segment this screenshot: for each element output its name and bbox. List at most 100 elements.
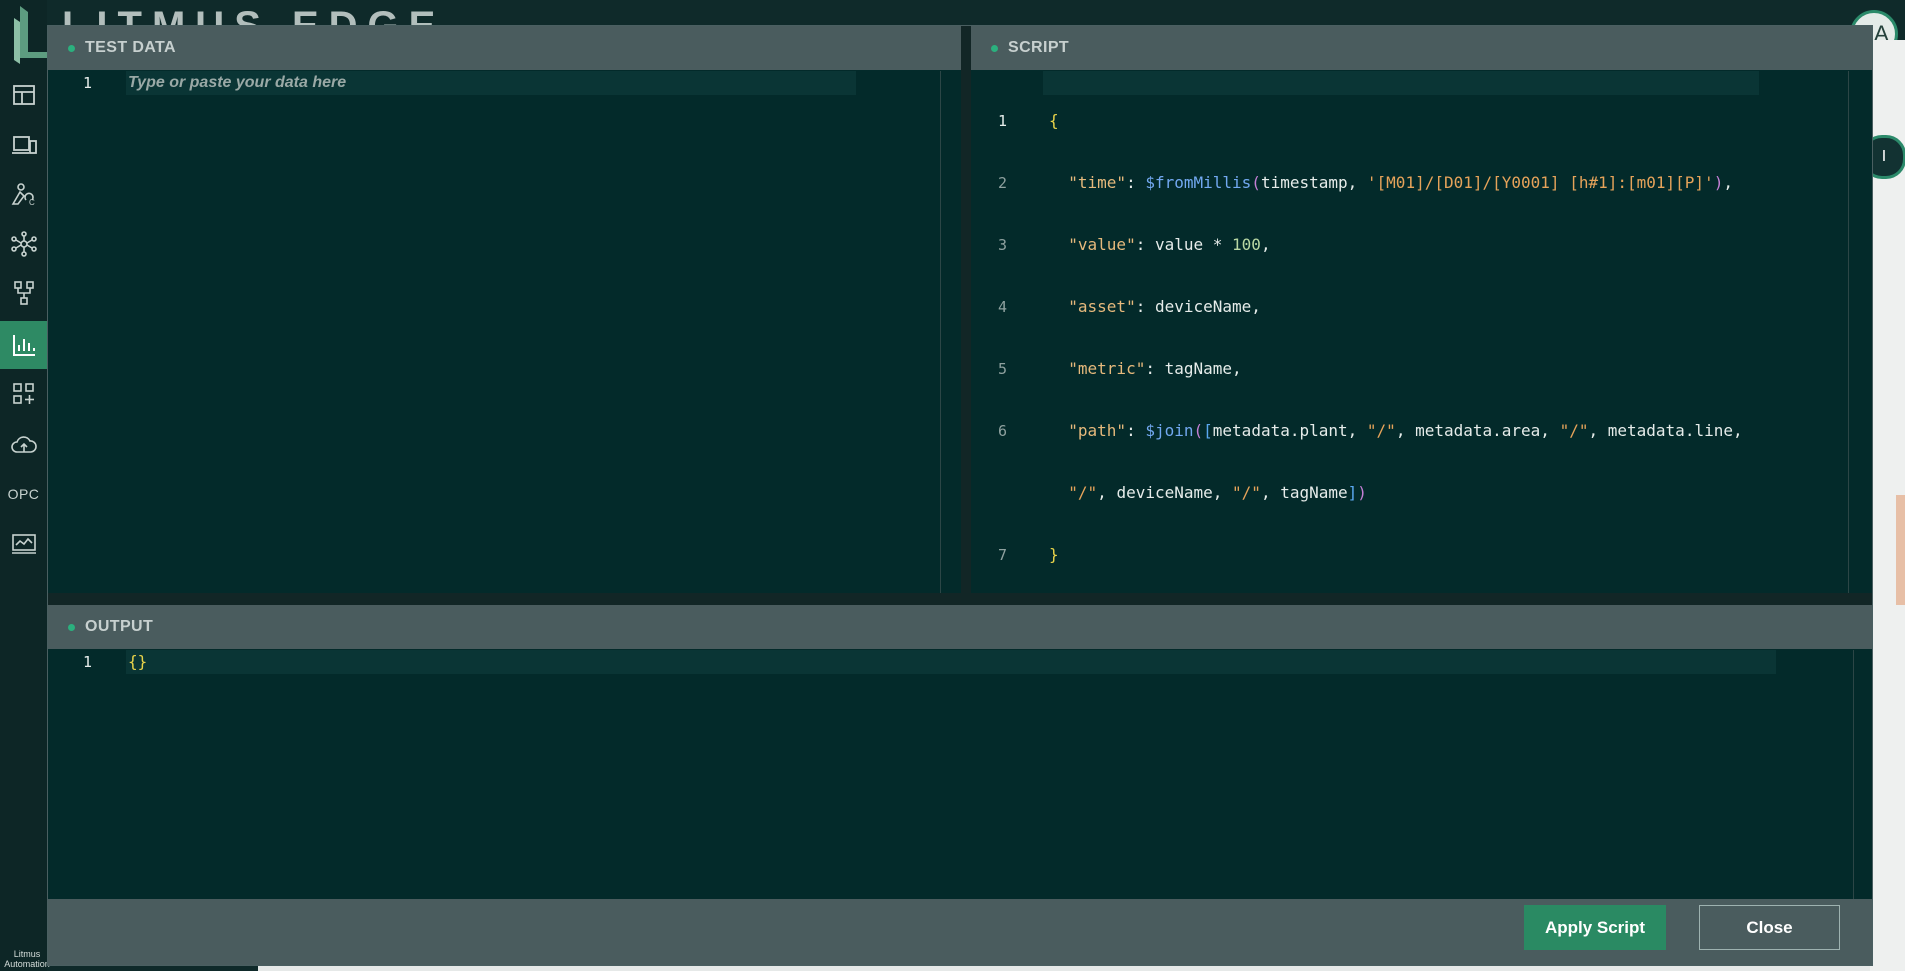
test-data-header: TEST DATA	[48, 26, 961, 70]
output-value: {}	[128, 652, 148, 671]
litmus-logo-icon	[14, 6, 48, 64]
code-token: : deviceName,	[1135, 297, 1261, 316]
integration-icon	[10, 231, 37, 257]
sidebar-item-analytics[interactable]	[0, 321, 47, 369]
code-token: "/"	[1232, 483, 1261, 502]
script-gutter: 1 2 3 4 5 6 7 8	[971, 71, 1011, 593]
sidebar-item-cloud[interactable]	[0, 422, 47, 468]
code-token: :	[1126, 421, 1146, 440]
status-dot-icon	[68, 623, 75, 631]
code-token: : tagName,	[1145, 359, 1242, 378]
vendor-line-1: Litmus	[13, 949, 41, 959]
line-number: 2	[997, 174, 1007, 192]
code-line: }	[1049, 543, 1743, 567]
sidebar-item-applications[interactable]	[0, 371, 47, 417]
code-token: "metric"	[1068, 359, 1146, 378]
code-token: ,	[1260, 483, 1281, 502]
sidebar-item-dashboard[interactable]	[0, 72, 47, 118]
monitor-icon	[11, 534, 36, 554]
close-button[interactable]: Close	[1699, 905, 1840, 950]
test-data-editor[interactable]: 1 Type or paste your data here	[48, 71, 961, 593]
script-editor[interactable]: 1 2 3 4 5 6 7 8 { "time": $fromMillis(ti…	[971, 71, 1872, 593]
code-line: "path": $join([metadata.plant, "/", meta…	[1068, 421, 1743, 440]
sidebar-item-monitor[interactable]	[0, 521, 47, 567]
test-data-title: TEST DATA	[85, 39, 176, 56]
code-token: ,	[1395, 421, 1416, 440]
code-token: metadata.line,	[1607, 421, 1743, 440]
line-number: 1	[82, 653, 92, 671]
background-page-strip: I	[1862, 40, 1905, 971]
output-editor[interactable]: 1 {}	[48, 650, 1872, 899]
line-number: 4	[997, 298, 1007, 316]
cloud-upload-icon	[10, 436, 37, 453]
vertical-splitter[interactable]	[961, 26, 971, 593]
code-token: "/"	[1559, 421, 1589, 440]
vendor-label: Litmus Automation	[0, 949, 54, 969]
script-title: SCRIPT	[1008, 39, 1070, 56]
code-line: {	[1049, 109, 1743, 133]
applications-icon	[12, 383, 34, 404]
script-header: SCRIPT	[971, 26, 1872, 70]
code-token: ,	[1723, 173, 1733, 192]
code-token: "asset"	[1068, 297, 1136, 316]
code-token: 100	[1232, 235, 1261, 254]
dashboard-icon	[12, 85, 35, 105]
output-header: OUTPUT	[48, 605, 1872, 649]
line-number: 1	[82, 74, 92, 92]
line-number: 6	[997, 422, 1007, 440]
code-token: metadata.plant,	[1212, 421, 1367, 440]
line-number: 1	[997, 112, 1007, 130]
output-code: {}	[128, 650, 147, 674]
code-line: "time": $fromMillis(timestamp, '[M01]/[D…	[1068, 173, 1733, 192]
sidebar: C OPC Litmus Automation	[0, 0, 50, 971]
code-token: :	[1126, 173, 1146, 192]
current-line-highlight	[126, 650, 1776, 674]
test-data-placeholder: Type or paste your data here	[128, 74, 347, 91]
code-token: {	[1049, 111, 1059, 130]
background-accent-bar	[1896, 495, 1905, 605]
code-line: "metric": tagName,	[1049, 357, 1743, 381]
analytics-icon	[12, 335, 35, 356]
script-code: { "time": $fromMillis(timestamp, '[M01]/…	[1049, 71, 1743, 593]
code-token: "value"	[1068, 235, 1136, 254]
apply-script-button[interactable]: Apply Script	[1524, 905, 1666, 950]
devices-icon	[11, 136, 37, 154]
script-editor-modal: TEST DATA 1 Type or paste your data here…	[47, 25, 1873, 966]
horizontal-splitter[interactable]	[48, 593, 1872, 605]
svg-text:C: C	[29, 198, 35, 207]
sidebar-item-device-hub[interactable]: C	[0, 171, 47, 217]
code-token: '[M01]/[D01]/[Y0001] [h#1]:[m01][P]'	[1366, 173, 1714, 192]
script-scrollbar[interactable]	[1848, 71, 1849, 593]
vendor-line-2: Automation	[4, 959, 50, 969]
status-dot-icon	[991, 44, 998, 52]
code-token: "/"	[1068, 483, 1098, 502]
line-number: 7	[997, 546, 1007, 564]
code-token: deviceName,	[1116, 483, 1233, 502]
sidebar-item-integration[interactable]	[0, 221, 47, 267]
line-number: 3	[997, 236, 1007, 254]
output-title: OUTPUT	[85, 618, 154, 635]
code-token: ,	[1588, 421, 1608, 440]
code-token: "/"	[1366, 421, 1396, 440]
flows-icon	[13, 281, 34, 305]
line-number: 5	[997, 360, 1007, 378]
code-token: : value *	[1135, 235, 1233, 254]
test-data-scrollbar[interactable]	[940, 71, 941, 593]
code-token: "path"	[1068, 421, 1127, 440]
output-scrollbar[interactable]	[1853, 650, 1854, 899]
code-token: $fromMillis	[1145, 173, 1252, 192]
device-hub-icon: C	[11, 183, 35, 207]
code-token: ,	[1260, 235, 1271, 254]
code-token: timestamp,	[1260, 173, 1367, 192]
code-line: "asset": deviceName,	[1049, 295, 1743, 319]
code-token: metadata.area,	[1415, 421, 1560, 440]
opc-label: OPC	[7, 486, 40, 502]
code-token: "time"	[1068, 173, 1127, 192]
sidebar-item-devices[interactable]	[0, 122, 47, 168]
code-line: "/", deviceName, "/", tagName])	[1068, 483, 1367, 502]
sidebar-item-flows[interactable]	[0, 270, 47, 316]
code-token: tagName	[1280, 483, 1348, 502]
code-token: $join	[1145, 421, 1194, 440]
modal-footer: Apply Script Close	[48, 899, 1872, 965]
sidebar-item-opc[interactable]: OPC	[0, 471, 47, 517]
